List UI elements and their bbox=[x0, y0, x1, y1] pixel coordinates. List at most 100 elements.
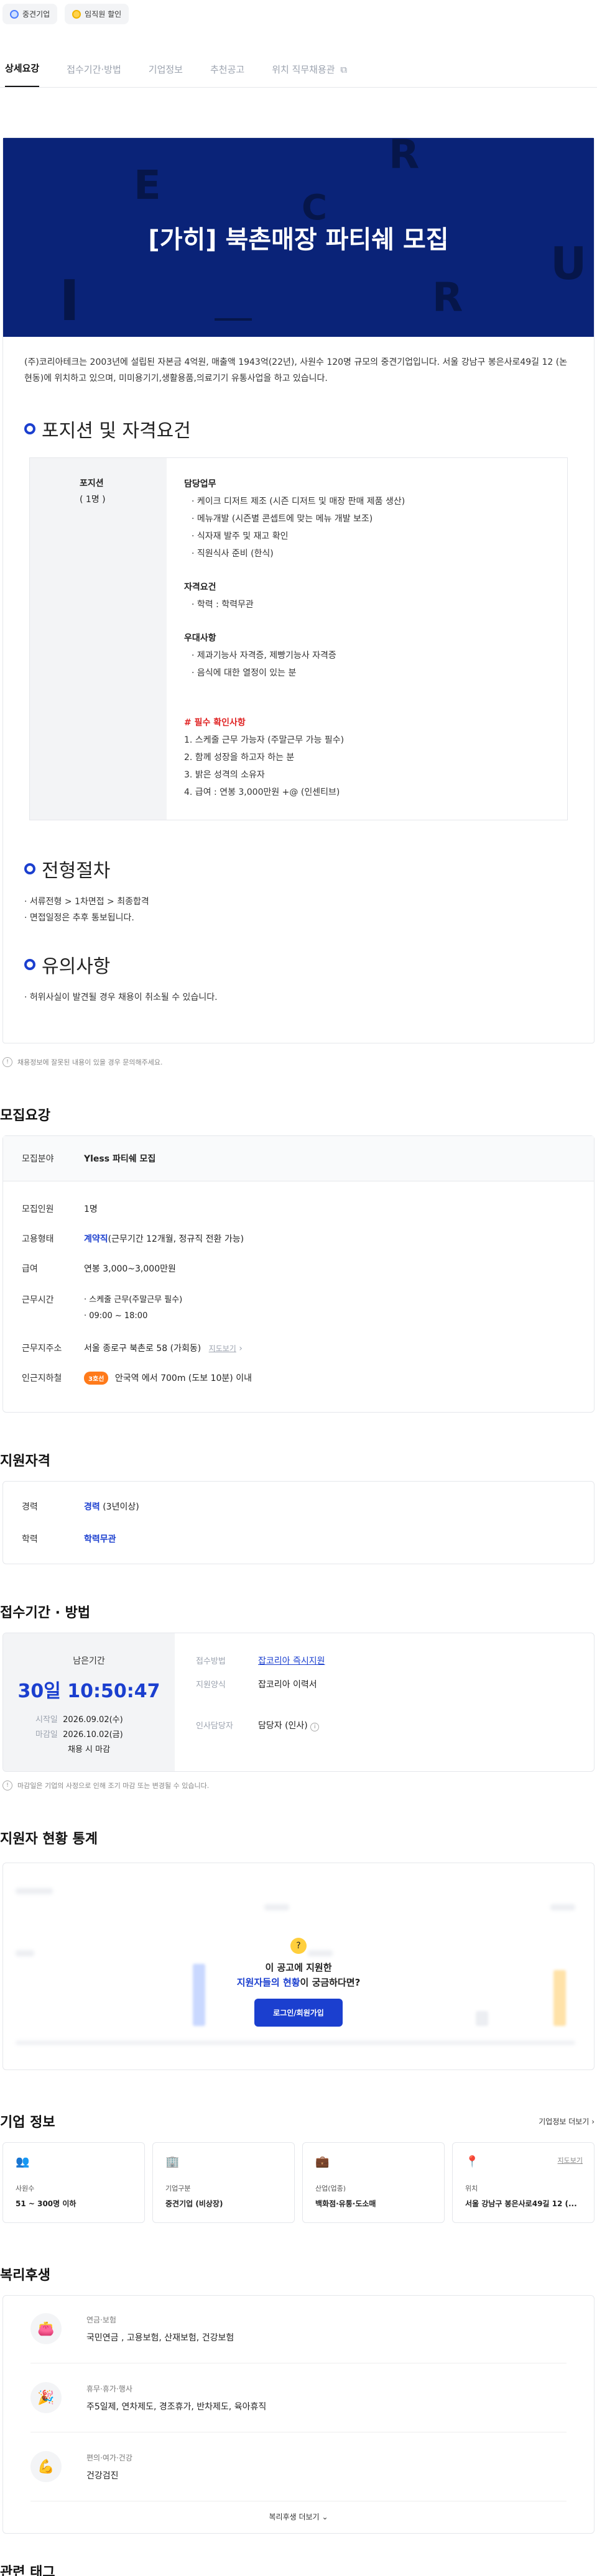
row-value: · 스케줄 근무(주말근무 필수) · 09:00 ~ 18:00 bbox=[84, 1292, 575, 1324]
summary-row: 인근지하철 3호선 안국역 에서 700m (도보 10분) 이내 bbox=[22, 1363, 575, 1393]
start-label: 시작일 bbox=[35, 1715, 58, 1725]
duty-item: · 메뉴개발 (시즌별 콘셉트에 맞는 메뉴 개발 보조) bbox=[192, 514, 373, 524]
duty-title: 담당업무 bbox=[184, 479, 216, 489]
row-value: 계약직(근무기간 12개월, 정규직 전환 가능) bbox=[84, 1232, 575, 1245]
briefcase-icon: 💼 bbox=[315, 2155, 330, 2168]
end-label: 마감일 bbox=[35, 1730, 58, 1739]
banner-letter: I bbox=[59, 268, 80, 334]
duty-item: · 케이크 디저트 제조 (시즌 디저트 및 매장 판매 제품 생산) bbox=[192, 497, 405, 506]
employment-type: 계약직 bbox=[84, 1234, 108, 1244]
section-title: 포지션 및 자격요건 bbox=[42, 420, 191, 442]
company-intro: (주)코리아테크는 2003년에 설립된 자본금 4억원, 매출액 1943억(… bbox=[24, 357, 568, 383]
banner-letter: R bbox=[389, 138, 420, 178]
qualification-card: 경력 경력 (3년이상) 학력 학력무관 bbox=[2, 1481, 595, 1564]
qual-item: · 학력 : 학력무관 bbox=[192, 600, 254, 610]
page: 중견기업 임직원 할인 상세요강 접수기간·방법 기업정보 추천공고 위치 직무… bbox=[0, 0, 597, 2576]
card-label: 산업(업종) bbox=[315, 2184, 346, 2193]
caution-list: · 허위사실이 발견될 경우 채용이 취소될 수 있습니다. bbox=[3, 978, 594, 1043]
tab-company[interactable]: 기업정보 bbox=[149, 63, 183, 87]
end-value: 2026.10.02(금) bbox=[63, 1730, 123, 1739]
benefits-more-label: 복리후생 더보기 bbox=[269, 2513, 320, 2521]
row-label: 급여 bbox=[22, 1264, 38, 1274]
summary-row: 근무지주소 서울 종로구 북촌로 58 (가회동) 지도보기 › bbox=[22, 1333, 575, 1363]
benefits-more-button[interactable]: 복리후생 더보기 ⌄ bbox=[3, 2501, 594, 2533]
summary-card: 모집분야 Yless 파티쉐 모집 모집인원 1명 고용형태 계약직(근무기간 … bbox=[2, 1135, 595, 1413]
badge-label: 중견기업 bbox=[22, 10, 50, 19]
company-more-label: 기업정보 더보기 bbox=[539, 2117, 590, 2126]
benefit-title: 편의·여가·건강 bbox=[86, 2453, 132, 2462]
detail-tabs: 상세요강 접수기간·방법 기업정보 추천공고 위치 직무채용관 ⧉ bbox=[0, 30, 597, 88]
card-value: 백화점·유통·도소매 bbox=[315, 2199, 376, 2208]
row-label: 접수방법 bbox=[196, 1657, 226, 1666]
career-detail: (3년이상) bbox=[103, 1502, 139, 1512]
company-card: 📍 지도보기 위치 서울 강남구 봉은사로49길 12 (... bbox=[452, 2142, 595, 2223]
process-heading: 전형절차 bbox=[3, 855, 594, 882]
qual-row: 경력 경력 (3년이상) bbox=[22, 1490, 575, 1523]
row-value: 3호선 안국역 에서 700m (도보 10분) 이내 bbox=[84, 1372, 575, 1385]
blurred-text bbox=[16, 1888, 53, 1894]
badge-label: 임직원 할인 bbox=[85, 10, 122, 19]
top-badges: 중견기업 임직원 할인 bbox=[0, 0, 597, 30]
job-banner: E R C U I R [가히] 북촌매장 파티쉐 모집 bbox=[3, 138, 594, 337]
coin-icon bbox=[72, 9, 81, 19]
position-detail-col: 담당업무 · 케이크 디저트 제조 (시즌 디저트 및 매장 판매 제품 생산)… bbox=[167, 458, 567, 820]
blurred-text bbox=[550, 1904, 575, 1910]
row-value: 서울 종로구 북촌로 58 (가회동) 지도보기 › bbox=[84, 1342, 575, 1354]
tab-recommend[interactable]: 추천공고 bbox=[210, 63, 244, 87]
info-icon[interactable]: i bbox=[310, 1723, 320, 1731]
qual-title: 자격요건 bbox=[184, 582, 216, 592]
caution-item: · 허위사실이 발견될 경우 채용이 취소될 수 있습니다. bbox=[24, 992, 218, 1002]
section-title: 유의사항 bbox=[42, 956, 111, 978]
chevron-down-icon: ⌄ bbox=[322, 2513, 328, 2521]
remain-countdown: 30일 10:50:47 bbox=[17, 1680, 160, 1702]
end-note: 채용 시 마감 bbox=[68, 1745, 111, 1754]
job-title: [가히] 북촌매장 파티쉐 모집 bbox=[148, 226, 449, 254]
login-signup-button[interactable]: 로그인/회원가입 bbox=[254, 1999, 343, 2027]
job-detail: E R C U I R [가히] 북촌매장 파티쉐 모집 (주)코리아테크는 2… bbox=[2, 137, 595, 1043]
manager-value: 담당자 (인사) bbox=[258, 1721, 308, 1731]
row-label: 경력 bbox=[22, 1502, 38, 1512]
overlay-line1: 이 공고에 지원한 bbox=[265, 1962, 332, 1973]
apply-card: 남은기간 30일 10:50:47 시작일 2026.09.02(수) 마감일 … bbox=[2, 1633, 595, 1772]
info-icon: ! bbox=[2, 1781, 12, 1790]
position-count: ( 1명 ) bbox=[80, 495, 106, 505]
apply-method-link[interactable]: 잡코리아 즉시지원 bbox=[258, 1654, 573, 1667]
tab-apply[interactable]: 접수기간·방법 bbox=[67, 63, 121, 87]
circle-bullet-icon bbox=[24, 959, 35, 970]
row-value: 1명 bbox=[84, 1204, 98, 1214]
company-cards: 👥 사원수 51 ~ 300명 이하 🏢 기업구분 중견기업 (비상장) 💼 산… bbox=[2, 2142, 595, 2223]
circle-bullet-icon bbox=[24, 863, 35, 874]
row-value: 연봉 3,000~3,000만원 bbox=[84, 1264, 176, 1274]
map-link[interactable]: 지도보기 bbox=[209, 1344, 236, 1353]
stats-heading: 지원자 현황 통계 bbox=[0, 1831, 98, 1847]
row-label: 근무지주소 bbox=[22, 1344, 62, 1354]
building-icon: 🏢 bbox=[165, 2155, 180, 2168]
health-icon: 💪 bbox=[30, 2451, 62, 2482]
company-more-link[interactable]: 기업정보 더보기 › bbox=[539, 2116, 595, 2127]
tab-location[interactable]: 위치 직무채용관 ⧉ bbox=[272, 63, 347, 87]
blurred-axis bbox=[16, 2041, 575, 2045]
thinking-face-icon: ? bbox=[290, 1938, 307, 1954]
apply-period-box: 남은기간 30일 10:50:47 시작일 2026.09.02(수) 마감일 … bbox=[3, 1633, 175, 1771]
company-card: 🏢 기업구분 중견기업 (비상장) bbox=[152, 2142, 295, 2223]
summary-row: 급여 연봉 3,000~3,000만원 bbox=[22, 1254, 575, 1283]
pref-item: · 제과기능사 자격증, 제빵기능사 자격증 bbox=[192, 651, 336, 661]
hours-item: · 스케줄 근무(주말근무 필수) bbox=[84, 1295, 183, 1304]
benefit-item: 💪 편의·여가·건강 건강검진 bbox=[3, 2451, 594, 2482]
pref-title: 우대사항 bbox=[184, 633, 216, 643]
must-item: 4. 급여 : 연봉 3,000만원 +@ (인센티브) bbox=[184, 787, 340, 797]
tab-detail[interactable]: 상세요강 bbox=[5, 62, 40, 87]
employment-detail: (근무기간 12개월, 정규직 전환 가능) bbox=[108, 1234, 244, 1244]
benefits-heading: 복리후생 bbox=[0, 2268, 50, 2283]
banner-letter: R bbox=[432, 275, 463, 321]
row-label: 인사담당자 bbox=[196, 1721, 233, 1731]
card-value: 서울 강남구 봉은사로49길 12 (... bbox=[465, 2199, 577, 2208]
row-label: 인근지하철 bbox=[22, 1373, 62, 1383]
report-notice-text[interactable]: 채용정보에 잘못된 내용이 있을 경우 문의해주세요. bbox=[17, 1057, 163, 1067]
summary-row: 근무시간 · 스케줄 근무(주말근무 필수) · 09:00 ~ 18:00 bbox=[22, 1283, 575, 1333]
row-value: Yless 파티쉐 모집 bbox=[84, 1154, 156, 1164]
card-value: 중견기업 (비상장) bbox=[165, 2199, 223, 2208]
row-label: 지원양식 bbox=[196, 1680, 226, 1690]
qualification-heading: 지원자격 bbox=[0, 1454, 50, 1469]
map-link[interactable]: 지도보기 bbox=[558, 2155, 583, 2165]
